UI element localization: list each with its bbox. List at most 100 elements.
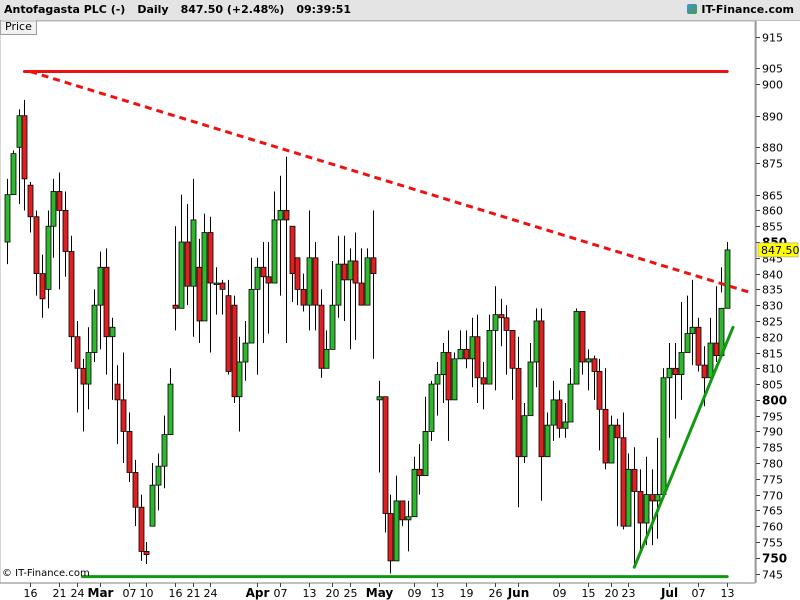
candle-body bbox=[474, 336, 481, 379]
y-tick-label: 875 bbox=[762, 158, 783, 171]
candle-body bbox=[382, 396, 389, 514]
x-tick-label: 07 bbox=[274, 587, 288, 600]
candle-body bbox=[625, 468, 632, 527]
y-tick-label: 800 bbox=[762, 394, 787, 408]
candle-body bbox=[707, 342, 714, 379]
candle-body bbox=[364, 257, 371, 306]
candle-body bbox=[643, 494, 650, 524]
candle-body bbox=[335, 263, 342, 306]
candle-body bbox=[167, 383, 174, 436]
y-tick-label: 745 bbox=[762, 569, 783, 582]
x-tick-label: Mar bbox=[88, 586, 114, 600]
candle-body bbox=[713, 342, 720, 357]
candle-body bbox=[637, 491, 644, 524]
candle-body bbox=[33, 216, 40, 274]
candle-body bbox=[178, 241, 185, 309]
x-tick-label: 10 bbox=[140, 587, 154, 600]
candle-body bbox=[695, 326, 702, 366]
candle-body bbox=[660, 377, 667, 495]
x-tick-label: 23 bbox=[622, 587, 636, 600]
last-price-label: 847.50 bbox=[761, 244, 800, 257]
candle-body bbox=[80, 367, 87, 385]
candle-body bbox=[236, 361, 243, 398]
y-tick-label: 785 bbox=[762, 442, 783, 455]
candle-body bbox=[562, 421, 569, 429]
candle-body bbox=[492, 314, 499, 331]
candle-body bbox=[4, 194, 11, 243]
candle-body bbox=[567, 383, 574, 423]
candle-body bbox=[672, 367, 679, 376]
candle-body bbox=[39, 273, 46, 300]
y-tick-label: 790 bbox=[762, 426, 783, 439]
candle-body bbox=[579, 311, 586, 363]
y-tick-label: 755 bbox=[762, 537, 783, 550]
candle-body bbox=[114, 383, 121, 401]
x-tick-label: 25 bbox=[344, 587, 358, 600]
y-tick-label: 765 bbox=[762, 505, 783, 518]
candle-body bbox=[649, 494, 656, 502]
y-tick-label: 815 bbox=[762, 348, 783, 361]
candle-body bbox=[678, 352, 685, 376]
candle-body bbox=[445, 352, 452, 401]
candle-body bbox=[10, 153, 17, 196]
candle-body bbox=[376, 396, 383, 401]
candle-body bbox=[654, 494, 661, 502]
x-tick-label: 13 bbox=[721, 587, 735, 600]
x-tick-label: 26 bbox=[489, 587, 503, 600]
candle-body bbox=[434, 374, 441, 385]
candle-body bbox=[149, 484, 156, 527]
candle-body bbox=[201, 232, 208, 322]
candle-body bbox=[602, 408, 609, 464]
candle-body bbox=[347, 260, 354, 281]
candle-body bbox=[143, 551, 150, 555]
candle-body bbox=[196, 266, 203, 322]
candle-body bbox=[190, 219, 197, 287]
candle-body bbox=[422, 431, 429, 477]
candle-body bbox=[85, 352, 92, 385]
candle-body bbox=[405, 516, 412, 521]
candle-body bbox=[225, 295, 232, 372]
candle-body bbox=[498, 314, 505, 319]
candle-body bbox=[120, 399, 127, 432]
candle-body bbox=[358, 282, 365, 306]
candle-body bbox=[323, 348, 330, 369]
x-tick-label: Jul bbox=[660, 586, 678, 600]
y-tick-label: 835 bbox=[762, 284, 783, 297]
x-tick-label: 20 bbox=[326, 587, 340, 600]
candle-body bbox=[242, 342, 249, 363]
candle-body bbox=[161, 434, 168, 467]
resistance-descending-line bbox=[29, 70, 751, 294]
candle-body bbox=[463, 348, 470, 360]
candle-body bbox=[109, 326, 116, 338]
candle-body bbox=[538, 320, 545, 458]
candle-body bbox=[608, 424, 615, 464]
x-tick-label: 09 bbox=[553, 587, 567, 600]
y-tick-label: 880 bbox=[762, 142, 783, 155]
candle-body bbox=[614, 424, 621, 439]
y-tick-label: 825 bbox=[762, 316, 783, 329]
candle-body bbox=[666, 367, 673, 379]
y-tick-label: 820 bbox=[762, 332, 783, 345]
candle-body bbox=[207, 232, 214, 284]
candle-body bbox=[550, 399, 557, 426]
candle-body bbox=[50, 191, 57, 227]
candle-body bbox=[68, 251, 75, 338]
candle-body bbox=[219, 282, 226, 290]
y-tick-label: 780 bbox=[762, 458, 783, 471]
candle-body bbox=[689, 326, 696, 334]
x-tick-label: 20 bbox=[605, 587, 619, 600]
candle-body bbox=[260, 266, 267, 278]
candle-body bbox=[329, 304, 336, 350]
candle-body bbox=[515, 367, 522, 458]
x-tick-label: 09 bbox=[408, 587, 422, 600]
x-tick-label: 21 bbox=[187, 587, 201, 600]
candle-body bbox=[527, 361, 534, 417]
candle-body bbox=[684, 333, 691, 353]
y-tick-label: 770 bbox=[762, 490, 783, 503]
candle-body bbox=[503, 317, 510, 331]
candle-body bbox=[294, 257, 301, 290]
candle-body bbox=[62, 210, 69, 252]
candle-body bbox=[306, 257, 313, 306]
candle-body bbox=[701, 364, 708, 379]
copyright-footer: © IT-Finance.com bbox=[2, 568, 90, 579]
